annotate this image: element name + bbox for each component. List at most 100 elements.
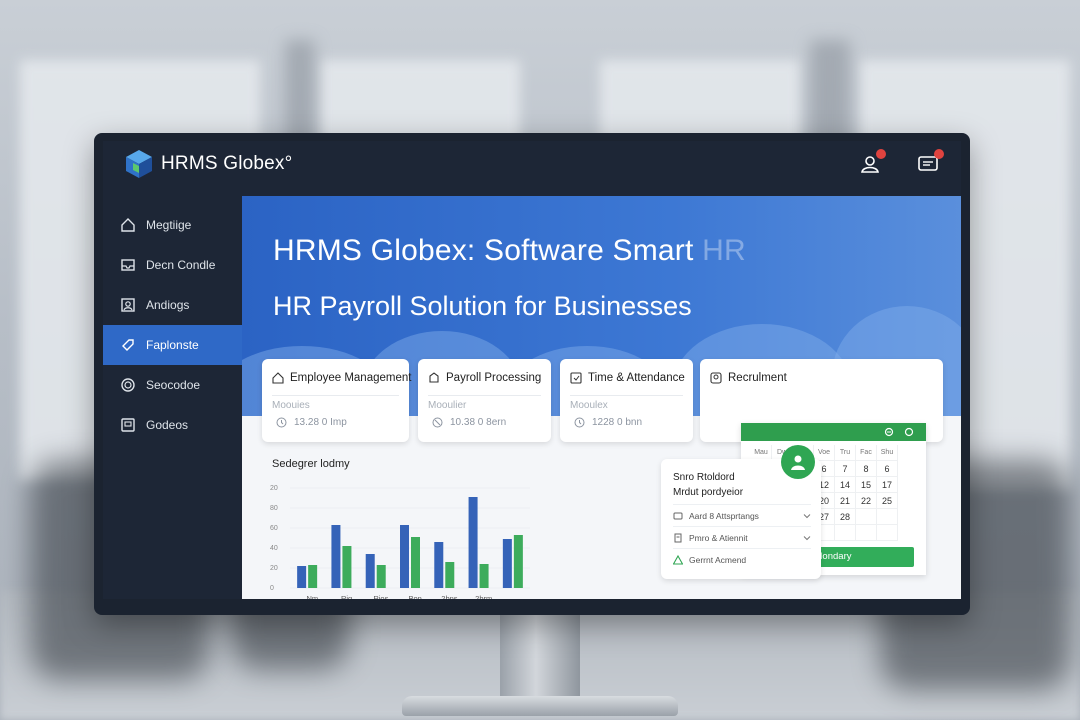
screen: HRMS Globex° Megtiige Decn Condle Andiog… bbox=[103, 141, 961, 599]
chart-bar bbox=[434, 542, 444, 588]
card-time-attendance[interactable]: Time & Attendance Mooulex 1228 0 bnn bbox=[560, 359, 693, 442]
chevron-down-icon bbox=[803, 513, 811, 518]
sidebar-item-home[interactable]: Megtiige bbox=[103, 205, 242, 245]
calendar-day-of-week: Fac bbox=[856, 445, 877, 461]
home-icon bbox=[272, 372, 284, 384]
chart-bar bbox=[400, 525, 409, 588]
sidebar-item-tag[interactable]: Faplonste bbox=[103, 325, 242, 365]
chart-bar bbox=[365, 554, 375, 588]
notification-dot bbox=[876, 149, 886, 159]
chart-bar bbox=[342, 546, 352, 588]
sidebar-item-grid[interactable]: Godeos bbox=[103, 405, 242, 445]
calendar-day[interactable]: 21 bbox=[835, 493, 856, 509]
home-icon bbox=[121, 218, 135, 232]
card-title: Recrulment bbox=[710, 372, 787, 384]
profile-row-label: Gerrnt Acmend bbox=[689, 554, 747, 565]
card-value-text: 13.28 0 Imp bbox=[294, 417, 347, 428]
card-module: Moouies bbox=[272, 400, 310, 411]
circle-icon[interactable] bbox=[904, 427, 914, 437]
profile-card: Snro Rtoldord Mrdut pordyeior Aard 8 Att… bbox=[661, 445, 821, 579]
profile-row[interactable]: Aard 8 Attsprtangs bbox=[673, 504, 811, 526]
notification-dot bbox=[934, 149, 944, 159]
card-employee-management[interactable]: Employee Management Moouies 13.28 0 Imp bbox=[262, 359, 411, 442]
clock-icon bbox=[276, 417, 287, 428]
target-icon bbox=[432, 417, 443, 428]
message-alert-icon[interactable] bbox=[917, 149, 944, 175]
top-bar: HRMS Globex° bbox=[103, 141, 961, 187]
calendar-day[interactable]: 17 bbox=[877, 477, 898, 493]
grid-icon bbox=[121, 418, 135, 432]
chart-bar bbox=[445, 562, 455, 588]
calendar-day[interactable]: 6 bbox=[877, 461, 898, 477]
calendar-header bbox=[741, 423, 926, 441]
profile-name: Snro Rtoldord bbox=[673, 472, 735, 483]
y-tick-label: 20 bbox=[270, 565, 278, 572]
monitor-stand-neck bbox=[500, 614, 580, 704]
card-title-text: Employee Management bbox=[290, 372, 412, 384]
hero-subtitle: HR Payroll Solution for Businesses bbox=[273, 291, 692, 321]
sidebar-item-label: Decn Condle bbox=[146, 258, 216, 272]
calendar-day[interactable]: 25 bbox=[877, 493, 898, 509]
card-title-text: Time & Attendance bbox=[588, 372, 685, 384]
calendar-day bbox=[835, 525, 856, 541]
chart-bar bbox=[513, 535, 523, 588]
calendar-day[interactable]: 15 bbox=[856, 477, 877, 493]
calendar-day bbox=[877, 525, 898, 541]
card-value-text: 10.38 0 8ern bbox=[450, 417, 507, 428]
main-content: HRMS Globex: Software Smart HR HR Payrol… bbox=[242, 196, 961, 599]
sidebar-item-label: Megtiige bbox=[146, 218, 192, 232]
calendar-day[interactable]: 28 bbox=[835, 509, 856, 525]
hero-title-main: HRMS Globex: Software Smart bbox=[273, 234, 694, 267]
calendar-day[interactable]: 14 bbox=[835, 477, 856, 493]
sidebar-item-inbox[interactable]: Decn Condle bbox=[103, 245, 242, 285]
header-icons bbox=[859, 149, 944, 175]
sidebar-item-target[interactable]: Seocodoe bbox=[103, 365, 242, 405]
avatar[interactable] bbox=[781, 445, 815, 479]
user-alert-icon[interactable] bbox=[859, 149, 886, 175]
card-icon bbox=[673, 512, 683, 519]
calendar-day-of-week: Shu bbox=[877, 445, 898, 461]
chart-title: Sedegrer lodmy bbox=[272, 458, 350, 470]
calendar-day[interactable]: 8 bbox=[856, 461, 877, 477]
sidebar-item-people[interactable]: Andiogs bbox=[103, 285, 242, 325]
target-icon bbox=[121, 378, 135, 392]
card-value: 10.38 0 8ern bbox=[432, 417, 506, 428]
calendar-day bbox=[856, 509, 877, 525]
people-icon bbox=[121, 298, 135, 312]
sidebar-item-label: Faplonste bbox=[146, 338, 199, 352]
chevron-down-icon bbox=[803, 535, 811, 540]
card-title: Time & Attendance bbox=[570, 372, 685, 384]
monitor-stand-base bbox=[402, 696, 678, 716]
calendar-day-of-week: Tru bbox=[835, 445, 856, 461]
profile-row[interactable]: Pmro & Atiennit bbox=[673, 526, 811, 548]
clock-icon bbox=[570, 372, 582, 384]
clock-icon bbox=[574, 417, 585, 428]
chart-bar bbox=[468, 497, 478, 588]
hero-title-faded: HR bbox=[702, 234, 746, 267]
payroll-icon bbox=[429, 372, 439, 383]
settings-icon[interactable] bbox=[884, 427, 894, 437]
card-title-text: Payroll Processing bbox=[446, 372, 542, 384]
card-value-text: 1228 0 bnn bbox=[592, 417, 643, 428]
y-tick-label: 40 bbox=[270, 545, 278, 552]
card-payroll-processing[interactable]: Payroll Processing Mooulier 10.38 0 8ern bbox=[418, 359, 551, 442]
card-value: 13.28 0 Imp bbox=[276, 417, 347, 428]
profile-subtitle: Mrdut pordyeior bbox=[673, 487, 744, 498]
profile-row-label: Aard 8 Attsprtangs bbox=[689, 510, 759, 521]
chart-bar bbox=[376, 565, 386, 588]
x-tick-label: 2brm bbox=[475, 594, 492, 599]
y-tick-label: 20 bbox=[270, 485, 278, 492]
hero-title: HRMS Globex: Software Smart HR bbox=[273, 234, 746, 268]
card-title: Employee Management bbox=[272, 372, 411, 384]
sidebar-item-label: Andiogs bbox=[146, 298, 190, 312]
card-title: Payroll Processing bbox=[428, 372, 541, 384]
calendar-day[interactable]: 7 bbox=[835, 461, 856, 477]
doc-icon bbox=[674, 533, 682, 542]
x-tick-label: Nm bbox=[306, 594, 318, 599]
y-tick-label: 60 bbox=[270, 525, 278, 532]
chart-bar bbox=[411, 537, 420, 588]
recruit-icon bbox=[710, 372, 722, 384]
calendar-day bbox=[877, 509, 898, 525]
profile-row[interactable]: Gerrnt Acmend bbox=[673, 548, 811, 570]
calendar-day[interactable]: 22 bbox=[856, 493, 877, 509]
